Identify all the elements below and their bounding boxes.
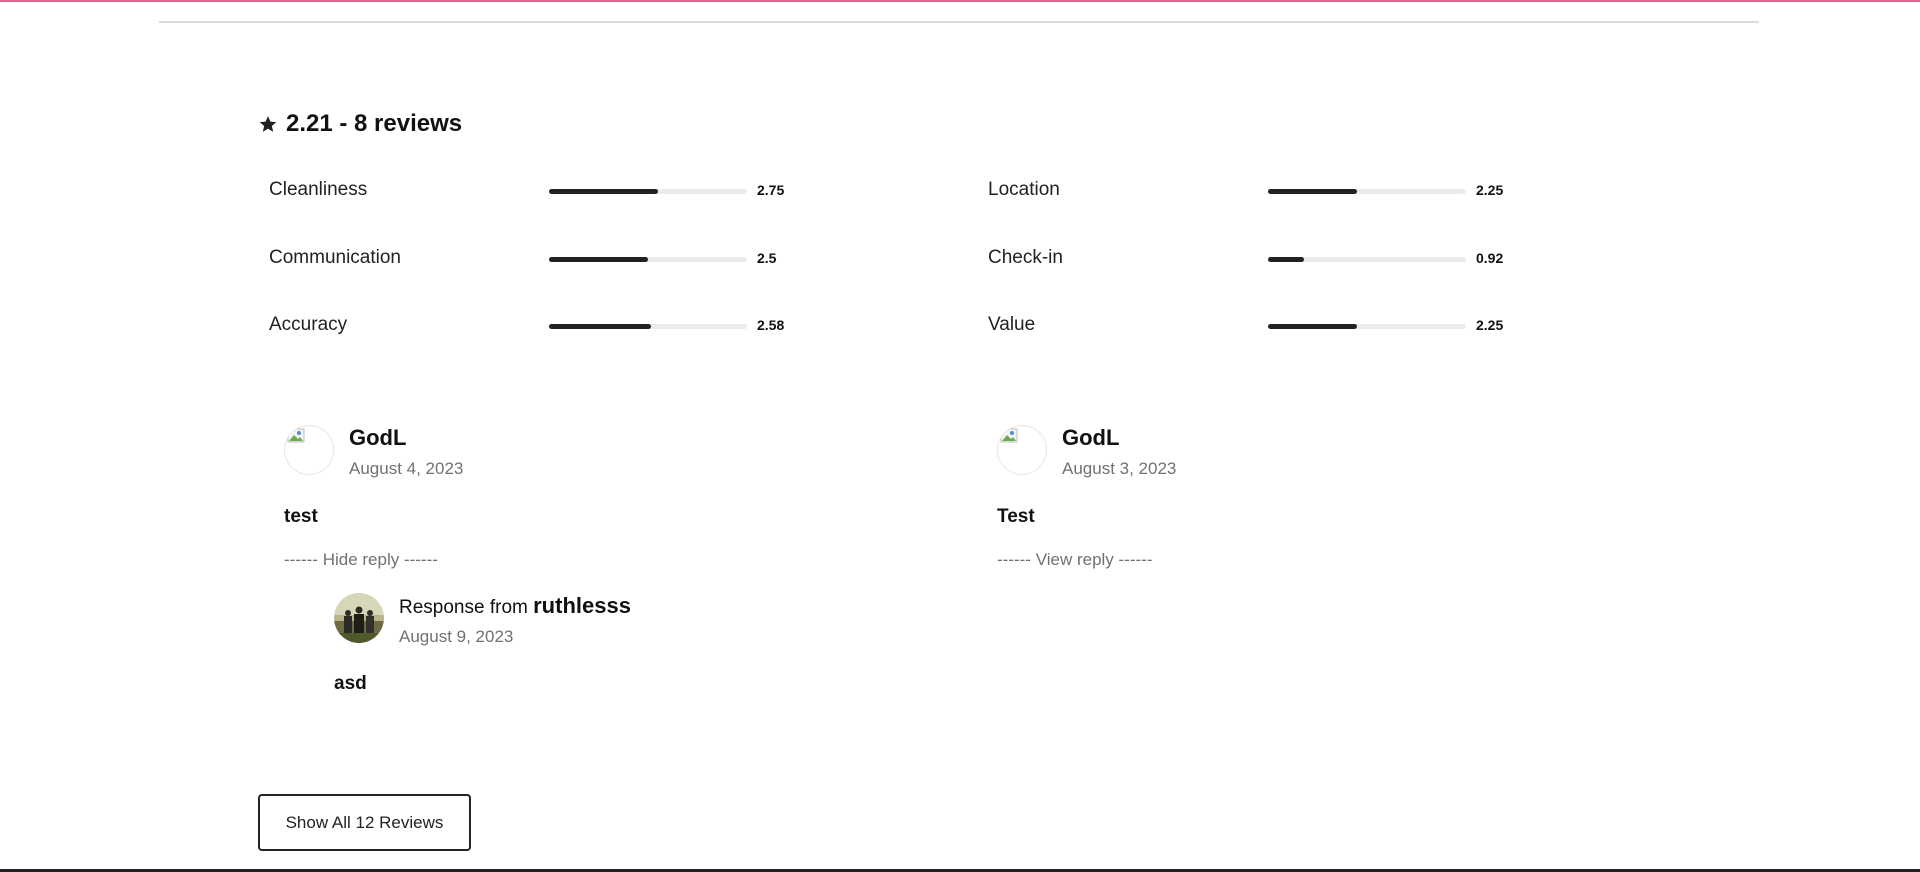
rating-bar-fill (549, 257, 648, 262)
rating-bar-fill (549, 324, 652, 329)
section-divider (159, 21, 1759, 23)
rating-bar (549, 324, 747, 329)
review-card: GodL August 4, 2023 test ------ Hide rep… (284, 425, 884, 725)
rating-summary-text: 2.21 - 8 reviews (286, 110, 463, 137)
show-all-reviews-button[interactable]: Show All 12 Reviews (258, 794, 471, 851)
rating-bar-fill (1268, 189, 1358, 194)
rating-value: 2.25 (1476, 182, 1504, 198)
star-icon (258, 114, 278, 134)
rating-bar (549, 257, 747, 262)
review-text: Test (997, 506, 1035, 527)
rating-bar (1268, 257, 1466, 262)
rating-label: Check-in (988, 247, 1063, 268)
rating-bar (1268, 324, 1466, 329)
response-date: August 9, 2023 (399, 627, 514, 646)
rating-label: Cleanliness (269, 179, 368, 200)
rating-label: Accuracy (269, 314, 348, 335)
hide-reply-link[interactable]: ------ Hide reply ------ (284, 550, 438, 570)
rating-value: 2.25 (1476, 317, 1504, 333)
view-reply-link[interactable]: ------ View reply ------ (997, 550, 1153, 570)
response-owner-name: ruthlesss (533, 593, 631, 618)
rating-value: 2.75 (757, 182, 785, 198)
response-title: Response from ruthlesss (399, 593, 631, 619)
rating-bar-fill (1268, 257, 1305, 262)
response-prefix: Response from (399, 597, 528, 618)
reviewer-name: GodL (349, 425, 407, 450)
broken-image-icon (287, 428, 305, 443)
host-avatar-photo (334, 593, 384, 643)
rating-bar-fill (549, 189, 658, 194)
rating-bar-fill (1268, 324, 1358, 329)
avatar (284, 425, 334, 475)
review-card: GodL August 3, 2023 Test ------ View rep… (997, 425, 1597, 585)
top-accent-line (0, 0, 1920, 2)
reviewer-name: GodL (1062, 425, 1120, 450)
review-date: August 4, 2023 (349, 459, 464, 478)
rating-bar (1268, 189, 1466, 194)
rating-label: Location (988, 179, 1060, 200)
review-date: August 3, 2023 (1062, 459, 1177, 478)
avatar (334, 593, 384, 643)
rating-bar (549, 189, 747, 194)
rating-label: Communication (269, 247, 401, 268)
rating-value: 2.58 (757, 317, 785, 333)
rating-summary: 2.21 - 8 reviews (258, 110, 462, 138)
rating-value: 2.5 (757, 250, 777, 266)
avatar (997, 425, 1047, 475)
rating-value: 0.92 (1476, 250, 1504, 266)
response-text: asd (334, 673, 367, 694)
review-text: test (284, 506, 318, 527)
rating-label: Value (988, 314, 1036, 335)
broken-image-icon (1000, 428, 1018, 443)
